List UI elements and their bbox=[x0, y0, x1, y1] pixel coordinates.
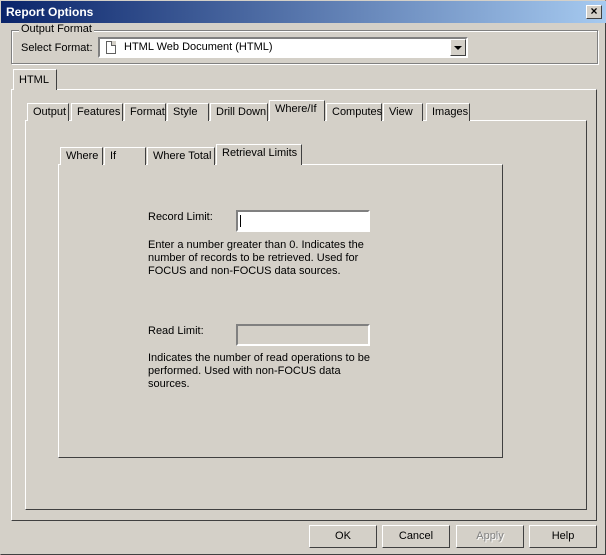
title-bar: Report Options × bbox=[1, 1, 606, 23]
tab-where-if-label: Where/If bbox=[275, 103, 317, 115]
cancel-button[interactable]: Cancel bbox=[382, 525, 450, 548]
tab-drill-down-label: Drill Down bbox=[216, 106, 267, 118]
tab-features-label: Features bbox=[77, 106, 121, 118]
read-limit-input[interactable] bbox=[236, 324, 370, 346]
help-button[interactable]: Help bbox=[529, 525, 597, 548]
tab-retrieval-limits-label: Retrieval Limits bbox=[222, 147, 298, 159]
tab-where-if[interactable]: Where/If bbox=[269, 100, 325, 121]
record-limit-help: Enter a number greater than 0. Indicates… bbox=[148, 239, 364, 277]
report-options-window: Report Options × Output Format Select Fo… bbox=[0, 0, 606, 555]
close-button[interactable]: × bbox=[586, 5, 602, 19]
tab-computes[interactable]: Computes bbox=[326, 103, 382, 121]
tab-images-label: Images bbox=[432, 106, 469, 118]
tab-images[interactable]: Images bbox=[426, 103, 470, 121]
tab-style-label: Style bbox=[173, 106, 198, 118]
tab-style[interactable]: Style bbox=[167, 103, 209, 121]
text-caret bbox=[240, 215, 241, 227]
select-format-label: Select Format: bbox=[21, 42, 93, 54]
tab-format[interactable]: Format bbox=[124, 103, 166, 121]
tab-if[interactable]: If bbox=[104, 147, 146, 165]
tab-where[interactable]: Where bbox=[60, 147, 103, 165]
read-limit-help: Indicates the number of read operations … bbox=[148, 352, 370, 390]
document-icon bbox=[106, 41, 116, 54]
chevron-down-icon[interactable] bbox=[450, 39, 466, 56]
apply-button[interactable]: Apply bbox=[456, 525, 524, 548]
record-limit-input[interactable] bbox=[236, 210, 370, 232]
tab-where-total-label: Where Total bbox=[153, 150, 212, 162]
tab-if-label: If bbox=[110, 150, 117, 162]
retrieval-limits-panel bbox=[58, 164, 503, 458]
tab-retrieval-limits[interactable]: Retrieval Limits bbox=[216, 144, 302, 165]
tab-output[interactable]: Output bbox=[27, 103, 69, 121]
read-limit-label: Read Limit: bbox=[148, 325, 204, 337]
tab-view-label: View bbox=[389, 106, 413, 118]
tab-computes-label: Computes bbox=[332, 106, 383, 118]
ok-button[interactable]: OK bbox=[309, 525, 377, 548]
tab-where-total[interactable]: Where Total bbox=[147, 147, 215, 165]
tab-drill-down[interactable]: Drill Down bbox=[210, 103, 268, 121]
close-icon: × bbox=[590, 4, 598, 18]
tab-features[interactable]: Features bbox=[71, 103, 123, 121]
format-select[interactable]: HTML Web Document (HTML) bbox=[98, 37, 468, 58]
format-select-value: HTML Web Document (HTML) bbox=[124, 41, 273, 53]
tab-where-label: Where bbox=[66, 150, 99, 162]
record-limit-label: Record Limit: bbox=[148, 211, 213, 223]
tab-view[interactable]: View bbox=[383, 103, 423, 121]
output-format-legend: Output Format bbox=[19, 23, 94, 35]
window-title: Report Options bbox=[6, 5, 94, 19]
tab-html-label: HTML bbox=[19, 74, 49, 86]
tab-output-label: Output bbox=[33, 106, 67, 118]
tab-format-label: Format bbox=[130, 106, 165, 118]
tab-html[interactable]: HTML bbox=[13, 69, 57, 90]
